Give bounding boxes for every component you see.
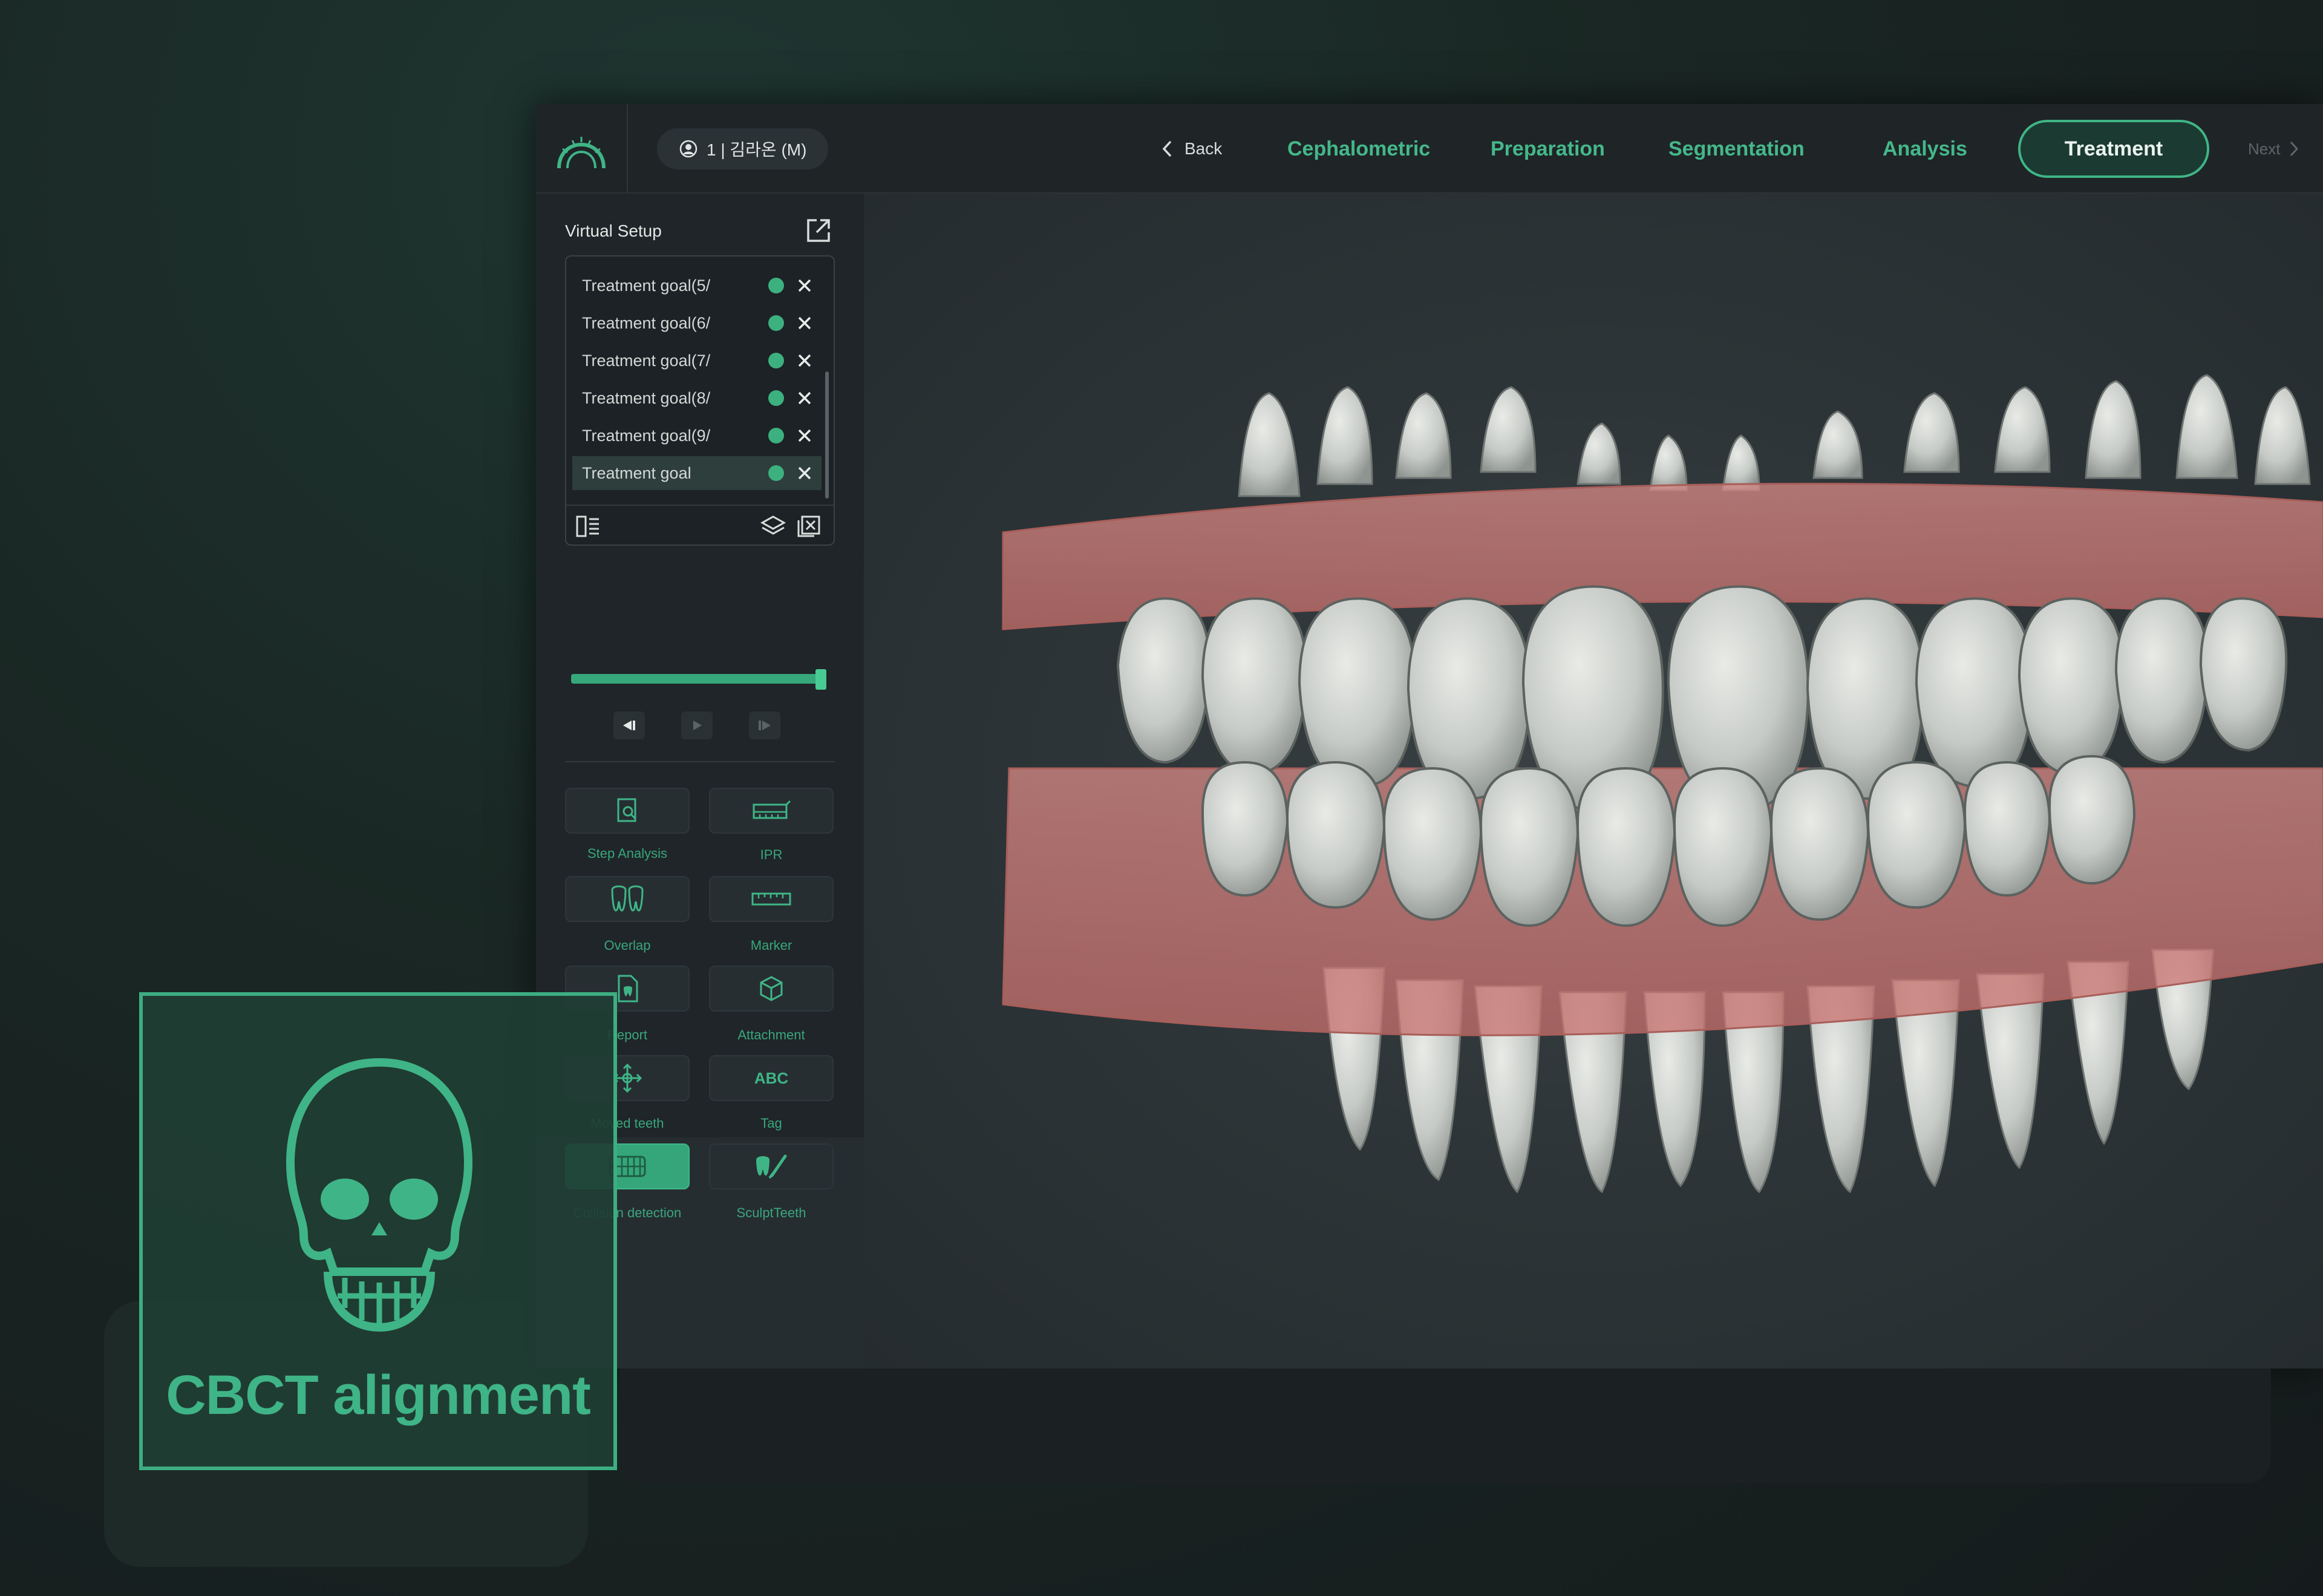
top-bar: 1 | 김라온 (M) Back Cephalometric Preparati… bbox=[536, 104, 2323, 194]
goal-label: Treatment goal(9/ bbox=[582, 426, 711, 445]
list-item[interactable]: Treatment goal(8/ bbox=[572, 381, 822, 415]
dental-model[interactable] bbox=[864, 194, 2323, 1369]
cbct-alignment-card[interactable]: CBCT alignment bbox=[139, 992, 617, 1470]
chevron-left-icon bbox=[1162, 140, 1172, 157]
next-label: Next bbox=[2248, 139, 2281, 158]
tag-icon: ABC bbox=[754, 1068, 789, 1087]
tool-label: Step Analysis bbox=[587, 846, 668, 861]
visible-dot-icon[interactable] bbox=[768, 315, 784, 331]
visible-dot-icon[interactable] bbox=[768, 428, 784, 443]
list-footer bbox=[566, 505, 834, 546]
overlap-button[interactable] bbox=[565, 876, 690, 922]
back-button[interactable]: Back bbox=[1162, 104, 1222, 194]
list-item[interactable]: Treatment goal(7/ bbox=[572, 344, 822, 378]
list-item[interactable]: Treatment goal(5/ bbox=[572, 269, 822, 303]
play-button[interactable] bbox=[681, 711, 713, 739]
step-back-icon bbox=[623, 721, 635, 730]
close-icon[interactable] bbox=[795, 388, 814, 408]
attachment-button[interactable] bbox=[709, 966, 834, 1012]
goal-label: Treatment goal(6/ bbox=[582, 313, 711, 332]
visible-dot-icon[interactable] bbox=[768, 278, 784, 293]
export-icon[interactable] bbox=[796, 514, 823, 538]
step-slider-thumb[interactable] bbox=[815, 669, 826, 690]
step-analysis-button[interactable] bbox=[565, 788, 690, 834]
tab-analysis[interactable]: Analysis bbox=[1883, 104, 1967, 194]
close-icon[interactable] bbox=[795, 276, 814, 295]
bottom-shelf bbox=[619, 1369, 2271, 1483]
tool-label: Tag bbox=[760, 1116, 782, 1131]
back-label: Back bbox=[1184, 139, 1223, 158]
report-icon bbox=[618, 975, 638, 1002]
tab-segmentation[interactable]: Segmentation bbox=[1668, 104, 1805, 194]
goal-label: Treatment goal(5/ bbox=[582, 276, 711, 295]
ruler-icon bbox=[751, 892, 791, 906]
visible-dot-icon[interactable] bbox=[768, 353, 784, 368]
card-title: CBCT alignment bbox=[166, 1364, 591, 1426]
list-item[interactable]: Treatment goal(9/ bbox=[572, 419, 822, 453]
close-icon[interactable] bbox=[795, 313, 814, 333]
tool-label: IPR bbox=[760, 847, 783, 862]
skull-icon bbox=[286, 1058, 473, 1332]
step-forward-icon bbox=[759, 721, 771, 730]
chevron-right-icon bbox=[2290, 141, 2299, 157]
panel-title: Virtual Setup bbox=[565, 221, 662, 240]
tab-cephalometric[interactable]: Cephalometric bbox=[1287, 104, 1430, 194]
step-slider-track[interactable] bbox=[571, 674, 823, 684]
marker-button[interactable] bbox=[709, 876, 834, 922]
tool-label: Attachment bbox=[737, 1027, 805, 1042]
cube-icon bbox=[760, 976, 783, 1001]
next-button[interactable]: Next bbox=[2248, 104, 2299, 194]
split-view-icon[interactable] bbox=[575, 514, 601, 538]
open-external-icon[interactable] bbox=[803, 215, 834, 246]
ipr-button[interactable] bbox=[709, 788, 834, 834]
play-icon bbox=[693, 721, 702, 730]
close-icon[interactable] bbox=[795, 426, 814, 445]
step-back-button[interactable] bbox=[613, 711, 645, 739]
overlap-tooth-icon bbox=[611, 885, 644, 912]
goal-label: Treatment goal bbox=[582, 463, 691, 482]
treatment-goal-list: Treatment goal(5/ Treatment goal(6/ Trea… bbox=[565, 255, 835, 546]
visible-dot-icon[interactable] bbox=[768, 390, 784, 406]
sculpt-icon bbox=[756, 1154, 787, 1179]
sculpt-teeth-button[interactable] bbox=[709, 1143, 834, 1189]
layers-icon[interactable] bbox=[760, 514, 786, 538]
tool-label: Overlap bbox=[604, 938, 651, 953]
list-item-selected[interactable]: Treatment goal bbox=[572, 456, 822, 490]
goal-label: Treatment goal(7/ bbox=[582, 351, 711, 370]
app-window: 1 | 김라온 (M) Back Cephalometric Preparati… bbox=[536, 104, 2323, 1369]
tag-button[interactable]: ABC bbox=[709, 1055, 834, 1101]
ipr-icon bbox=[753, 800, 791, 819]
close-icon[interactable] bbox=[795, 463, 814, 483]
step-navigation: Back Cephalometric Preparation Segmentat… bbox=[536, 104, 2323, 194]
panel-divider bbox=[565, 761, 835, 762]
tool-label: Marker bbox=[750, 938, 792, 953]
close-icon[interactable] bbox=[795, 351, 814, 370]
tab-preparation[interactable]: Preparation bbox=[1491, 104, 1605, 194]
tool-label: SculptTeeth bbox=[736, 1205, 806, 1220]
goal-label: Treatment goal(8/ bbox=[582, 388, 711, 407]
list-item[interactable]: Treatment goal(6/ bbox=[572, 306, 822, 340]
list-scrollbar[interactable] bbox=[825, 371, 829, 499]
magnify-doc-icon bbox=[617, 798, 636, 822]
step-forward-button[interactable] bbox=[749, 711, 780, 739]
tab-treatment[interactable]: Treatment bbox=[2018, 120, 2209, 178]
visible-dot-icon[interactable] bbox=[768, 465, 784, 481]
3d-viewport[interactable] bbox=[864, 194, 2323, 1369]
